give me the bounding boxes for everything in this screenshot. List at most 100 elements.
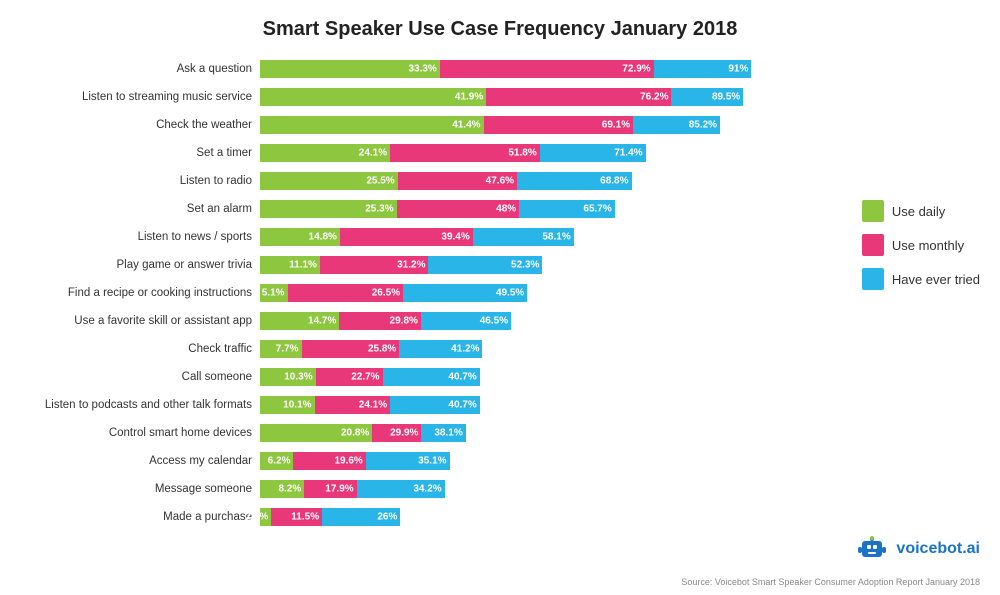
row-label: Ask a question xyxy=(20,55,260,83)
bar-monthly-label: 19.6% xyxy=(334,456,362,467)
row-label: Message someone xyxy=(20,475,260,503)
bar-daily: 20.8% xyxy=(260,424,372,442)
bar-row: 38.1% 29.9% 20.8% xyxy=(260,419,980,447)
bar-daily: 41.4% xyxy=(260,116,484,134)
bar-daily: 10.3% xyxy=(260,368,316,386)
bar-daily: 10.1% xyxy=(260,396,315,414)
bar-daily-label: 33.3% xyxy=(408,64,436,75)
bar-daily-label: 8.2% xyxy=(278,484,301,495)
voicebot-robot-icon xyxy=(854,531,890,567)
bar-tried-label: 46.5% xyxy=(480,316,508,327)
legend-box-tried xyxy=(862,268,884,290)
bar-daily-label: 11.1% xyxy=(289,260,317,271)
row-label: Check the weather xyxy=(20,111,260,139)
bar-tried-label: 65.7% xyxy=(583,204,611,215)
bar-monthly-label: 25.8% xyxy=(368,344,396,355)
bar-monthly-label: 76.2% xyxy=(640,92,668,103)
bar-monthly-label: 51.8% xyxy=(508,148,536,159)
bar-tried-label: 91% xyxy=(728,64,748,75)
bar-wrapper: 40.7% 24.1% 10.1% xyxy=(260,396,480,414)
chart-container: Smart Speaker Use Case Frequency January… xyxy=(0,0,1000,595)
bar-daily-label: 10.1% xyxy=(283,400,311,411)
bar-wrapper: 58.1% 39.4% 14.8% xyxy=(260,228,574,246)
bar-daily-label: 20.8% xyxy=(341,428,369,439)
bar-daily: 41.9% xyxy=(260,88,486,106)
row-label: Made a purchase xyxy=(20,503,260,531)
legend-item-daily: Use daily xyxy=(862,200,980,222)
bar-daily: 14.8% xyxy=(260,228,340,246)
bar-monthly-label: 24.1% xyxy=(359,400,387,411)
bar-row: 46.5%29.8%14.7% xyxy=(260,307,980,335)
bar-tried-label: 68.8% xyxy=(600,176,628,187)
bar-wrapper: 71.4% 51.8% 24.1% xyxy=(260,144,646,162)
bar-daily-label: 5.1% xyxy=(262,288,285,299)
row-label: Find a recipe or cooking instructions xyxy=(20,279,260,307)
bar-row: 91% 72.9% 33.3% xyxy=(260,55,980,83)
bar-wrapper: 52.3%31.2%11.1% xyxy=(260,256,542,274)
row-label: Call someone xyxy=(20,363,260,391)
bar-row: 41.2%25.8%7.7% xyxy=(260,335,980,363)
bar-wrapper: 49.5% 26.5% 5.1% xyxy=(260,284,527,302)
bar-monthly-label: 47.6% xyxy=(486,176,514,187)
row-label: Listen to news / sports xyxy=(20,223,260,251)
bar-daily-label: 25.3% xyxy=(365,204,393,215)
legend-box-monthly xyxy=(862,234,884,256)
bar-wrapper: 41.2%25.8%7.7% xyxy=(260,340,482,358)
bar-daily-label: 41.9% xyxy=(455,92,483,103)
bar-wrapper: 89.5%76.2%41.9% xyxy=(260,88,743,106)
bar-daily-label: 6.2% xyxy=(268,456,291,467)
bar-tried-label: 38.1% xyxy=(434,428,462,439)
bar-daily-label: 25.5% xyxy=(366,176,394,187)
bar-row: 40.7%22.7%10.3% xyxy=(260,363,980,391)
legend-label-tried: Have ever tried xyxy=(892,272,980,287)
bar-row: 34.2%17.9%8.2% xyxy=(260,475,980,503)
bar-monthly-label: 39.4% xyxy=(441,232,469,243)
chart-body: Ask a questionListen to streaming music … xyxy=(20,55,980,531)
row-label: Control smart home devices xyxy=(20,419,260,447)
bar-row: 35.1% 19.6% 6.2% xyxy=(260,447,980,475)
bar-wrapper: 40.7%22.7%10.3% xyxy=(260,368,480,386)
bar-tried-label: 49.5% xyxy=(496,288,524,299)
bar-daily: 25.3% xyxy=(260,200,397,218)
bar-monthly-label: 17.9% xyxy=(325,484,353,495)
bar-wrapper: 85.2% 69.1% 41.4% xyxy=(260,116,720,134)
bar-tried-label: 40.7% xyxy=(448,400,476,411)
bar-monthly-label: 48% xyxy=(496,204,516,215)
bar-tried-label: 71.4% xyxy=(614,148,642,159)
row-label: Set a timer xyxy=(20,139,260,167)
source-text: Source: Voicebot Smart Speaker Consumer … xyxy=(681,577,980,587)
bar-daily-label: 41.4% xyxy=(452,120,480,131)
bar-daily-label: 10.3% xyxy=(284,372,312,383)
bar-tried-label: 58.1% xyxy=(542,232,570,243)
row-label: Listen to podcasts and other talk format… xyxy=(20,391,260,419)
bar-wrapper: 68.8% 47.6% 25.5% xyxy=(260,172,632,190)
voicebot-text: voicebot.ai xyxy=(896,540,980,558)
bar-daily-label: 24.1% xyxy=(359,148,387,159)
legend-item-tried: Have ever tried xyxy=(862,268,980,290)
bar-daily-label: 14.8% xyxy=(309,232,337,243)
bar-tried-label: 85.2% xyxy=(689,120,717,131)
bar-wrapper: 91% 72.9% 33.3% xyxy=(260,60,751,78)
bar-tried-label: 35.1% xyxy=(418,456,446,467)
bar-wrapper: 35.1% 19.6% 6.2% xyxy=(260,452,450,470)
bar-row: 85.2% 69.1% 41.4% xyxy=(260,111,980,139)
bar-row: 26%11.5%2.1% xyxy=(260,503,980,531)
bar-monthly-label: 69.1% xyxy=(602,120,630,131)
legend-item-monthly: Use monthly xyxy=(862,234,980,256)
bar-monthly-label: 29.9% xyxy=(390,428,418,439)
bar-monthly-label: 26.5% xyxy=(372,288,400,299)
bar-monthly-label: 22.7% xyxy=(351,372,379,383)
bar-monthly-label: 11.5% xyxy=(291,512,319,523)
row-label: Play game or answer trivia xyxy=(20,251,260,279)
bar-monthly-label: 29.8% xyxy=(390,316,418,327)
bars-column: 91%72.9%33.3%89.5%76.2%41.9%85.2%69.1%41… xyxy=(260,55,980,531)
row-label: Use a favorite skill or assistant app xyxy=(20,307,260,335)
legend-label-monthly: Use monthly xyxy=(892,238,964,253)
bar-daily: 25.5% xyxy=(260,172,398,190)
bar-daily-label: 2.1% xyxy=(246,512,269,523)
bar-monthly-label: 72.9% xyxy=(622,64,650,75)
bar-daily: 11.1% xyxy=(260,256,320,274)
bar-wrapper: 46.5%29.8%14.7% xyxy=(260,312,511,330)
legend: Use daily Use monthly Have ever tried xyxy=(862,200,980,290)
bar-daily: 5.1% xyxy=(260,284,288,302)
